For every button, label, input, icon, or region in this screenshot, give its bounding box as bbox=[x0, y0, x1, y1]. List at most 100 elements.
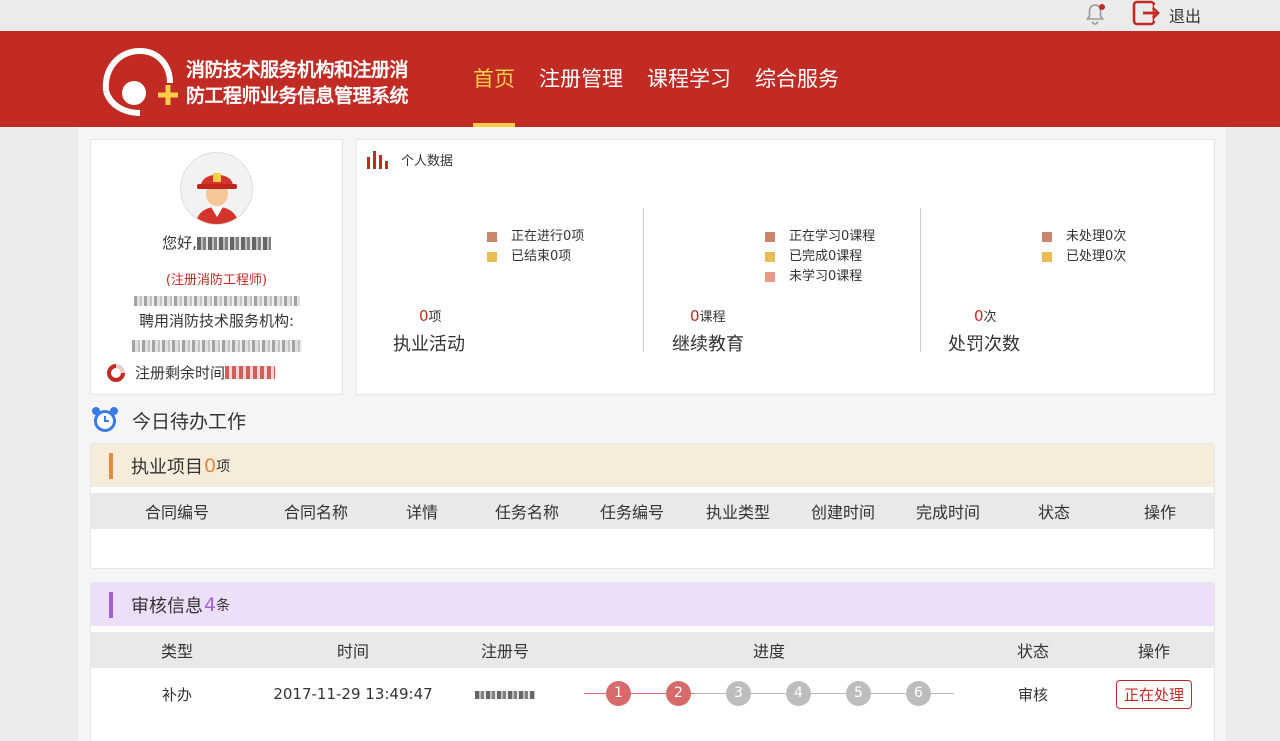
masked-user-name bbox=[196, 237, 271, 250]
masked-registration-number bbox=[443, 685, 567, 703]
review-action: 正在处理 bbox=[1095, 679, 1213, 709]
column-header: 操作 bbox=[1137, 642, 1170, 661]
column-header: 操作 bbox=[1143, 503, 1176, 522]
todo-title: 今日待办工作 bbox=[132, 410, 247, 433]
todo-heading: 今日待办工作 bbox=[90, 405, 246, 435]
projects-count: 0 bbox=[204, 454, 217, 477]
firefighter-helmet-logo-icon bbox=[102, 47, 178, 116]
penalty-title[interactable]: 处罚次数 bbox=[948, 330, 1020, 356]
system-title: 消防技术服务机构和注册消 防工程师业务信息管理系统 bbox=[186, 57, 409, 109]
review-panel: 审核信息 4 条 类型 时间 注册号 进度 状态 操作 补办 2017-11-29 … bbox=[90, 582, 1215, 741]
projects-table-header: 合同编号 合同名称 详情 任务名称 任务编号 执业类型 创建时间 完成时间 状态… bbox=[91, 493, 1214, 529]
legend-item: 已处理0次 bbox=[1042, 247, 1126, 267]
legend-item: 正在学习0课程 bbox=[765, 227, 875, 247]
review-panel-header: 审核信息 4 条 bbox=[91, 583, 1214, 626]
nav-item-services[interactable]: 综合服务 bbox=[755, 31, 839, 127]
column-header: 时间 bbox=[336, 642, 369, 661]
progress-step: 2 bbox=[666, 681, 691, 706]
firefighter-avatar-icon bbox=[181, 153, 252, 224]
column-header: 任务名称 bbox=[494, 503, 559, 522]
stat-education: 正在学习0课程 已完成0课程 未学习0课程 0课程 继续教育 bbox=[643, 208, 920, 355]
avatar bbox=[180, 152, 253, 225]
progress-step: 5 bbox=[846, 681, 871, 706]
masked-org-name bbox=[91, 335, 342, 354]
practice-count: 0项 bbox=[419, 307, 442, 325]
review-unit: 条 bbox=[216, 597, 231, 614]
masked-id bbox=[91, 290, 342, 309]
stat-practice: 正在进行0项 已结束0项 0项 执业活动 bbox=[357, 208, 643, 355]
legend-item: 未处理0次 bbox=[1042, 227, 1126, 247]
main-header: 消防技术服务机构和注册消 防工程师业务信息管理系统 首页 注册管理 课程学习 综… bbox=[0, 31, 1280, 127]
registration-remaining: 注册剩余时间 bbox=[106, 362, 276, 383]
progress-steps: 1 2 3 4 5 6 bbox=[584, 681, 954, 707]
nav-item-registration[interactable]: 注册管理 bbox=[539, 31, 623, 127]
accent-bar bbox=[109, 452, 113, 479]
column-header: 注册号 bbox=[480, 642, 529, 661]
top-utility-bar: 退出 bbox=[0, 0, 1280, 31]
review-table-header: 类型 时间 注册号 进度 状态 操作 bbox=[91, 632, 1214, 668]
progress-step: 4 bbox=[786, 681, 811, 706]
column-header: 状态 bbox=[1037, 503, 1070, 522]
timer-ring-icon bbox=[107, 363, 125, 382]
system-title-line-1: 消防技术服务机构和注册消 bbox=[186, 59, 409, 81]
legend-item: 已完成0课程 bbox=[765, 247, 875, 267]
nav-item-home[interactable]: 首页 bbox=[473, 31, 515, 127]
column-header: 类型 bbox=[160, 642, 193, 661]
remain-label: 注册剩余时间 bbox=[135, 364, 226, 382]
education-title[interactable]: 继续教育 bbox=[672, 330, 744, 356]
progress-step: 1 bbox=[606, 681, 631, 706]
review-type: 补办 bbox=[161, 685, 192, 704]
column-header: 完成时间 bbox=[915, 503, 980, 522]
column-header: 合同编号 bbox=[144, 503, 209, 522]
nav-item-courses[interactable]: 课程学习 bbox=[647, 31, 731, 127]
projects-title: 执业项目 bbox=[131, 456, 203, 478]
column-header: 任务编号 bbox=[599, 503, 664, 522]
main-nav: 首页 注册管理 课程学习 综合服务 bbox=[473, 31, 863, 127]
education-count: 0课程 bbox=[690, 307, 726, 325]
progress-step: 6 bbox=[906, 681, 931, 706]
review-time: 2017-11-29 13:49:47 bbox=[273, 685, 433, 703]
user-role: (注册消防工程师) bbox=[165, 273, 268, 288]
practice-title[interactable]: 执业活动 bbox=[393, 330, 465, 356]
review-count: 4 bbox=[204, 593, 217, 616]
penalty-count: 0次 bbox=[974, 307, 997, 325]
personal-data-header: 个人数据 bbox=[367, 150, 453, 169]
column-header: 创建时间 bbox=[810, 503, 875, 522]
personal-data-card: 个人数据 正在进行0项 已结束0项 0项 执业活动 正在学习0课程 已完成0课程… bbox=[356, 139, 1215, 395]
table-row bbox=[91, 720, 1214, 741]
stat-penalty: 未处理0次 已处理0次 0次 处罚次数 bbox=[920, 208, 1214, 355]
column-header: 执业类型 bbox=[705, 503, 770, 522]
legend-item: 未学习0课程 bbox=[765, 267, 875, 287]
penalty-legend: 未处理0次 已处理0次 bbox=[1042, 227, 1126, 267]
review-title: 审核信息 bbox=[131, 595, 203, 617]
education-legend: 正在学习0课程 已完成0课程 未学习0课程 bbox=[765, 227, 875, 287]
processing-button[interactable]: 正在处理 bbox=[1115, 679, 1192, 709]
column-header: 状态 bbox=[1016, 642, 1049, 661]
legend-item: 正在进行0项 bbox=[487, 227, 584, 247]
table-row: 补办 2017-11-29 13:49:47 1 2 3 4 5 6 审核 正在… bbox=[91, 668, 1214, 720]
alarm-clock-icon bbox=[92, 407, 118, 432]
practice-legend: 正在进行0项 已结束0项 bbox=[487, 227, 584, 267]
org-label: 聘用消防技术服务机构: bbox=[138, 312, 295, 330]
logout-icon[interactable] bbox=[1132, 0, 1160, 26]
bar-chart-icon bbox=[367, 150, 388, 169]
profile-card: 您好, (注册消防工程师) 聘用消防技术服务机构: 注册剩余时间 bbox=[90, 139, 343, 395]
legend-item: 已结束0项 bbox=[487, 247, 584, 267]
masked-remain-value bbox=[225, 366, 276, 379]
main-content: 您好, (注册消防工程师) 聘用消防技术服务机构: 注册剩余时间 个人数据 正在… bbox=[78, 127, 1226, 741]
column-header: 详情 bbox=[405, 503, 438, 522]
review-progress: 1 2 3 4 5 6 bbox=[567, 681, 971, 707]
notification-bell-icon[interactable] bbox=[1083, 2, 1107, 26]
system-title-line-2: 防工程师业务信息管理系统 bbox=[186, 85, 409, 107]
projects-unit: 项 bbox=[216, 458, 231, 475]
logout-link[interactable]: 退出 bbox=[1169, 3, 1201, 27]
projects-panel-header: 执业项目 0 项 bbox=[91, 444, 1214, 487]
greeting-prefix: 您好, bbox=[162, 234, 197, 252]
review-status: 审核 bbox=[1017, 685, 1048, 704]
column-header: 合同名称 bbox=[283, 503, 348, 522]
projects-panel: 执业项目 0 项 合同编号 合同名称 详情 任务名称 任务编号 执业类型 创建时间 … bbox=[90, 443, 1215, 569]
personal-data-title: 个人数据 bbox=[401, 154, 454, 169]
greeting: 您好, bbox=[91, 232, 342, 253]
accent-bar bbox=[109, 591, 113, 618]
column-header: 进度 bbox=[752, 642, 785, 661]
